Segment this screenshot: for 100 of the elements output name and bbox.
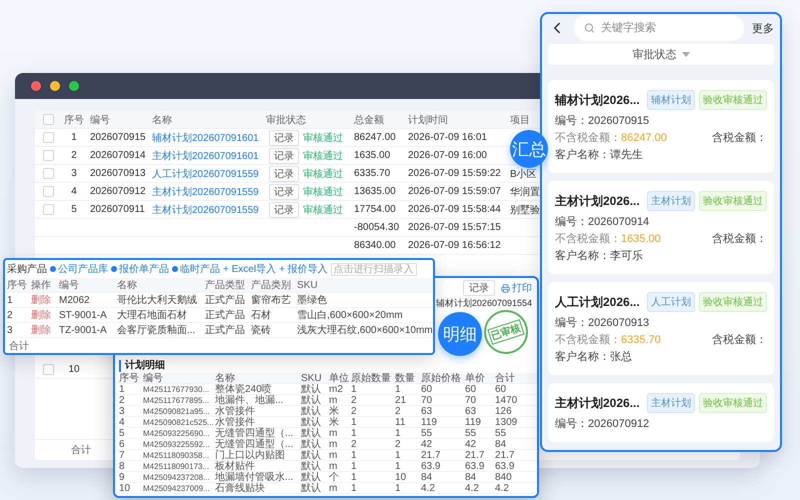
record-button[interactable]: 记录 bbox=[269, 202, 299, 218]
table-cell-text: 无缝管四通型（... bbox=[214, 439, 294, 450]
table-cell-text: 地漏墙付管吸水... bbox=[214, 472, 294, 483]
record-button[interactable]: 记录 bbox=[269, 130, 299, 146]
table-cell-text: 2026-07-09 16:01 bbox=[407, 132, 488, 143]
table-cell-text: m bbox=[328, 483, 338, 494]
table-cell-text: 默认 bbox=[300, 384, 322, 395]
import-link[interactable]: + Excel导入 bbox=[223, 262, 276, 276]
table-cell-text: 6335.70 bbox=[353, 168, 392, 179]
record-button[interactable]: 记录 bbox=[269, 184, 299, 200]
table-cell-text: 默认 bbox=[300, 417, 322, 428]
search-input[interactable]: 关键字搜索 bbox=[598, 21, 734, 36]
column-header: 合计 bbox=[494, 373, 516, 384]
net-amount: 不含税金额：6335.70 bbox=[555, 332, 661, 348]
plan-card[interactable]: 辅材计划2026... 辅材计划 验收审核通过 编号：2026070915 不含税金额：86247.00 含税金额： 客户名称：谭先生 bbox=[548, 80, 774, 173]
plan-card[interactable]: 主材计划2026... 主材计划 验收审核通过 编号：2026070914 不含税金额：1635.00 含税金额： 客户名称：李可乐 bbox=[548, 181, 774, 274]
table-cell-text: m bbox=[328, 450, 338, 461]
source-option[interactable]: 公司产品库 bbox=[58, 262, 108, 276]
table-cell-text: 13635.00 bbox=[353, 186, 397, 197]
column-header: 编号 bbox=[58, 278, 80, 292]
total-label: 合计 bbox=[9, 340, 29, 352]
delete-link[interactable]: 删除 bbox=[29, 293, 57, 307]
customer-name: 客户名称：张总 bbox=[555, 350, 632, 365]
record-button[interactable]: 记录 bbox=[269, 166, 299, 182]
status-text: 审核通过 bbox=[303, 204, 343, 216]
plan-link[interactable]: 辅材计划202607091601 bbox=[149, 130, 263, 144]
table-cell-text: 窗帘布艺 bbox=[250, 294, 292, 307]
toolbar-label: 采购产品 bbox=[7, 262, 47, 276]
table-cell-text: 17754.00 bbox=[353, 204, 397, 215]
gross-amount-label: 含税金额： bbox=[712, 232, 767, 247]
plan-card[interactable]: 人工计划2026... 人工计划 验收审核通过 编号：2026070913 不含税金额：6335.70 含税金额： 客户名称：张总 bbox=[548, 282, 774, 375]
column-header: 产品类型 bbox=[204, 278, 246, 292]
table-cell-text: m2 bbox=[328, 384, 344, 395]
gross-amount-label: 含税金额： bbox=[712, 332, 767, 348]
source-option[interactable]: 临时产品 bbox=[180, 262, 220, 276]
table-cell-text: 11 bbox=[394, 417, 406, 428]
table-cell-text: TZ-9001-A bbox=[58, 324, 108, 336]
column-header: 总金额 bbox=[353, 114, 385, 126]
status-filter[interactable]: 审批状态 bbox=[548, 44, 774, 65]
source-option[interactable]: 报价单产品 bbox=[119, 262, 169, 276]
plan-link[interactable]: 主材计划202607091559 bbox=[149, 202, 263, 216]
table-cell-text: 地漏件、地漏... bbox=[214, 395, 284, 406]
card-title: 主材计划2026... bbox=[555, 192, 640, 210]
table-cell-text: 60 bbox=[494, 384, 508, 395]
column-header: 单位 bbox=[328, 373, 350, 384]
table-cell-text: 1 bbox=[350, 483, 358, 494]
table-cell-text: 哥伦比大利天鹅绒 bbox=[116, 294, 198, 307]
table-cell-text: 默认 bbox=[300, 406, 322, 417]
column-header: 项目 bbox=[509, 114, 531, 126]
import-link[interactable]: + 报价导入 bbox=[279, 262, 328, 276]
print-link[interactable]: 打印 bbox=[501, 281, 532, 295]
table-cell-text: 21 bbox=[394, 395, 408, 406]
search-field[interactable]: 关键字搜索 bbox=[574, 15, 744, 42]
column-header: 单价 bbox=[464, 373, 486, 384]
table-cell-text: 126 bbox=[494, 406, 513, 417]
table-cell-text: 63 bbox=[464, 406, 478, 417]
table-cell-text: 默认 bbox=[300, 439, 322, 450]
table-cell-text: 石膏线贴块 bbox=[214, 483, 266, 494]
plan-link[interactable]: 人工计划202607091559 bbox=[149, 166, 263, 180]
table-cell-text: -80054.30 bbox=[353, 222, 400, 233]
delete-link[interactable]: 删除 bbox=[29, 308, 57, 322]
column-header: 名称 bbox=[214, 373, 236, 384]
table-cell-text: M425117677895... bbox=[142, 395, 210, 406]
table-cell-text: 2 bbox=[70, 150, 78, 161]
table-cell-text: 默认 bbox=[300, 395, 322, 406]
table-cell-text: 1 bbox=[350, 428, 358, 439]
more-link[interactable]: 更多 bbox=[752, 20, 774, 36]
table-cell-text: 正式产品 bbox=[204, 324, 246, 337]
table-cell-text: 雪山白,600×600×20mm bbox=[296, 308, 404, 322]
table-cell-text: 2026-07-09 15:58:44 bbox=[407, 204, 502, 215]
scan-field[interactable]: 点击进行扫描录入 bbox=[330, 262, 417, 276]
table-cell-text: 2026-07-09 16:56:12 bbox=[407, 240, 502, 251]
table-cell-text: 4 bbox=[118, 417, 126, 428]
table-cell-text: 2026070914 bbox=[89, 150, 147, 161]
table-cell-text: 10 bbox=[67, 364, 81, 375]
table-cell-text: 个 bbox=[328, 472, 340, 483]
table-cell-text: 84 bbox=[464, 472, 478, 483]
table-cell-text: 55 bbox=[494, 428, 508, 439]
delete-link[interactable]: 删除 bbox=[29, 323, 57, 337]
table-cell-text: ST-9001-A bbox=[58, 310, 108, 320]
record-button[interactable]: 记录 bbox=[463, 280, 495, 296]
tag: 验收审核通过 bbox=[699, 90, 767, 110]
column-header: 原始数量 bbox=[350, 373, 392, 384]
status-text: 审核通过 bbox=[303, 150, 343, 162]
column-header: 名称 bbox=[151, 114, 173, 126]
table-cell-text: 1 bbox=[350, 384, 358, 395]
table-cell-text: 60 bbox=[420, 384, 434, 395]
table-cell-text: 63.9 bbox=[494, 461, 516, 472]
record-button[interactable]: 记录 bbox=[269, 148, 299, 164]
table-cell-text: 默认 bbox=[300, 472, 322, 483]
table-cell-text: 21.7 bbox=[420, 450, 442, 461]
table-cell-text: 3 bbox=[118, 406, 126, 417]
plan-card[interactable]: 主材计划2026... 主材计划 验收审核通过 编号：2026070912 bbox=[548, 383, 774, 442]
plan-link[interactable]: 主材计划202607091601 bbox=[149, 148, 263, 162]
plan-link[interactable]: 主材计划202607091559 bbox=[149, 184, 263, 198]
table-cell-text: 瓷砖 bbox=[250, 324, 272, 337]
column-header: 操作 bbox=[30, 279, 52, 292]
table-cell-text: 1 bbox=[6, 294, 14, 306]
table-cell-text: 1 bbox=[350, 461, 358, 472]
table-cell-text: 1 bbox=[70, 132, 78, 143]
